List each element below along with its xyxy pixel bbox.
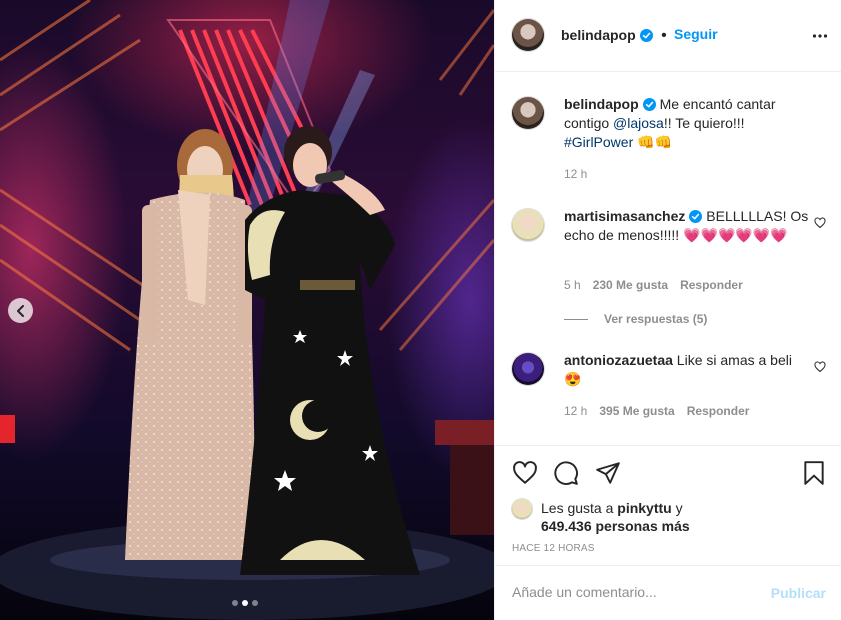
comment-emoji: 😍 (564, 371, 582, 387)
caption-time[interactable]: 12 h (564, 167, 587, 181)
comment-username[interactable]: martisimasanchez (564, 208, 685, 224)
carousel-dot (232, 600, 238, 606)
add-comment-bar: Publicar (495, 565, 841, 620)
carousel-dot-active (242, 600, 248, 606)
comment-time[interactable]: 12 h (564, 404, 587, 418)
view-replies-label: Ver respuestas (5) (604, 312, 708, 326)
post-photo[interactable] (0, 0, 494, 620)
likes-suffix: y (671, 500, 683, 516)
view-replies-button[interactable]: Ver respuestas (5) (564, 312, 707, 326)
comment-emoji: 💗💗💗💗💗💗 (683, 227, 788, 243)
figure-left (125, 129, 255, 560)
carousel-prev-button[interactable] (8, 298, 33, 323)
comment-text: martisimasanchez BELLLLLAS! Os echo de m… (564, 207, 809, 245)
post-side-panel: belindapop • Seguir belindapop Me encant… (494, 0, 841, 620)
likes-line-1: Les gusta a pinkyttu y (541, 499, 683, 517)
avatar[interactable] (512, 97, 544, 129)
comment-text: antoniozazuetaa Like si amas a beli 😍 (564, 351, 809, 389)
replies-divider (564, 318, 588, 320)
liker-avatar[interactable] (512, 499, 532, 519)
comment-like-heart-icon[interactable] (814, 361, 826, 373)
likes-count[interactable]: 649.436 personas más (541, 517, 690, 535)
post-header: belindapop • Seguir (495, 0, 841, 72)
header-user: belindapop • (561, 27, 667, 45)
caption-emoji: 👊👊 (637, 134, 673, 150)
bookmark-icon[interactable] (802, 460, 826, 486)
comment-reply-button[interactable]: Responder (680, 278, 743, 292)
comment-like-heart-icon[interactable] (814, 217, 826, 229)
caption-username[interactable]: belindapop (564, 96, 639, 112)
comment-icon[interactable] (553, 460, 579, 486)
comment-reply-button[interactable]: Responder (687, 404, 750, 418)
avatar[interactable] (512, 209, 544, 241)
verified-badge-icon (642, 98, 656, 111)
comment-likes[interactable]: 230 Me gusta (593, 278, 668, 292)
follow-button[interactable]: Seguir (674, 26, 718, 42)
header-username[interactable]: belindapop (561, 27, 636, 43)
likes-user[interactable]: pinkyttu (617, 500, 671, 516)
comment-meta: 5 h 230 Me gusta Responder (564, 278, 755, 292)
stage-scene (0, 0, 494, 620)
comment-time[interactable]: 5 h (564, 278, 581, 292)
caption-text: belindapop Me encantó cantar contigo @la… (564, 95, 809, 152)
comment-meta: 12 h 395 Me gusta Responder (564, 404, 761, 418)
comment-username[interactable]: antoniozazuetaa (564, 352, 673, 368)
caption-mention[interactable]: @lajosa (613, 115, 664, 131)
comment-likes[interactable]: 395 Me gusta (599, 404, 674, 418)
avatar[interactable] (512, 19, 544, 51)
avatar[interactable] (512, 353, 544, 385)
chevron-left-icon (16, 304, 24, 317)
caption-body-2: !! Te quiero!!! (663, 115, 745, 131)
heart-icon[interactable] (512, 460, 538, 486)
verified-badge-icon (689, 210, 703, 223)
likes-prefix: Les gusta a (541, 500, 618, 516)
verified-badge-icon (639, 29, 653, 42)
post-timestamp[interactable]: HACE 12 HORAS (512, 543, 595, 554)
publish-button[interactable]: Publicar (771, 585, 826, 601)
carousel-indicator (232, 600, 258, 606)
comment-body: Like si amas a beli (676, 352, 792, 368)
paper-plane-icon[interactable] (595, 460, 621, 486)
post-actions: Les gusta a pinkyttu y 649.436 personas … (495, 445, 841, 565)
comment-input[interactable] (512, 584, 752, 600)
caption-hashtag[interactable]: #GirlPower (564, 134, 633, 150)
comments-list[interactable]: belindapop Me encantó cantar contigo @la… (495, 73, 841, 445)
carousel-dot (252, 600, 258, 606)
more-horizontal-icon[interactable] (812, 28, 828, 44)
separator-dot: • (661, 27, 667, 44)
